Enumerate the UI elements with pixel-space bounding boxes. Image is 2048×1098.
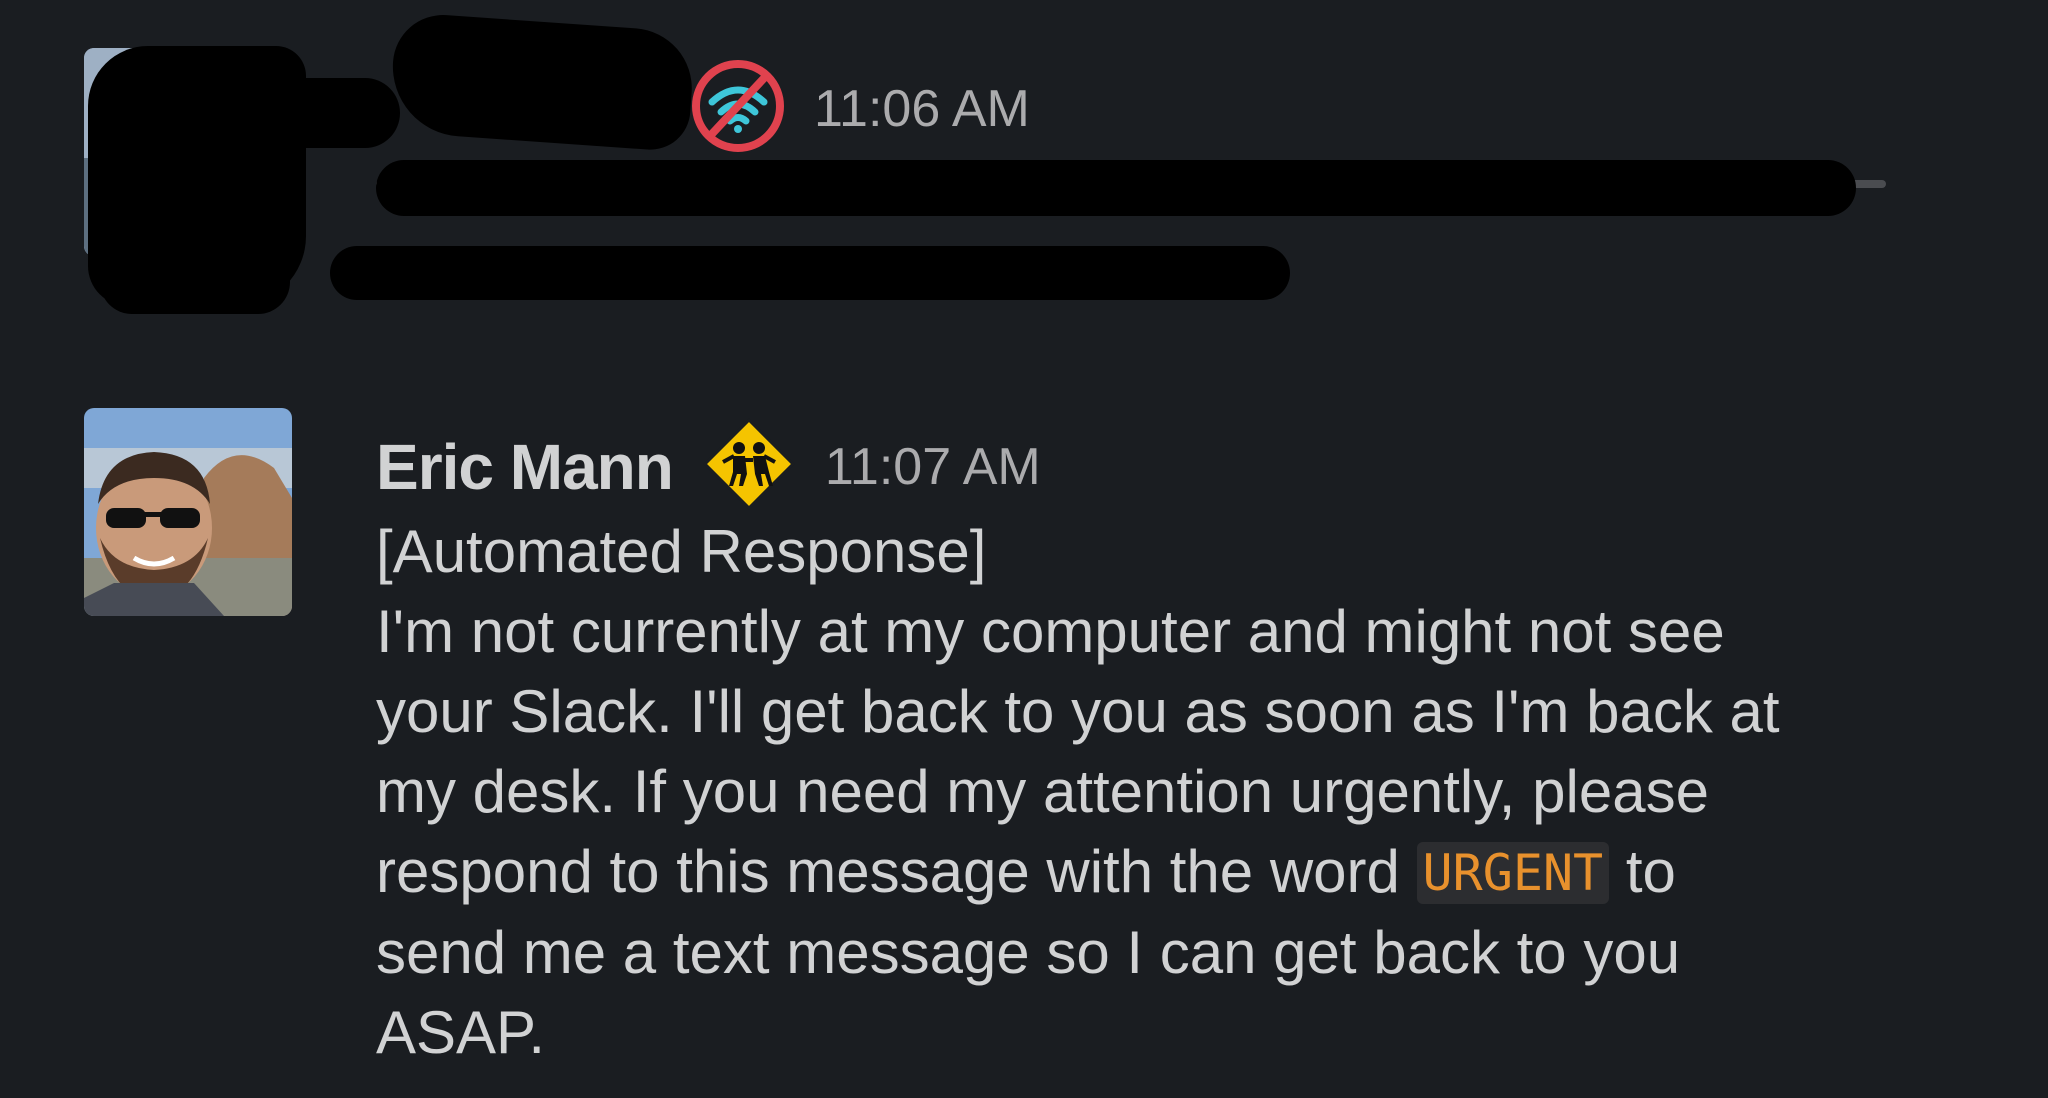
message-line: my desk. If you need my attention urgent… — [376, 758, 1709, 825]
no-wifi-icon[interactable] — [690, 58, 786, 159]
message-header: Eric Mann 11:07 AM — [376, 416, 1041, 517]
redaction-mark — [330, 246, 1290, 300]
message-line: send me a text message so I can get back… — [376, 919, 1681, 986]
message-line: ASAP. — [376, 999, 546, 1066]
message-line: your Slack. I'll get back to you as soon… — [376, 678, 1780, 745]
message-line: I'm not currently at my computer and mig… — [376, 598, 1725, 665]
message-2: Eric Mann 11:07 AM [Automated Response] … — [0, 330, 2048, 1098]
redaction-mark — [100, 250, 290, 314]
message-line: [Automated Response] — [376, 518, 987, 585]
children-crossing-icon[interactable] — [701, 416, 797, 517]
message-line: respond to this message with the word UR… — [376, 832, 2016, 913]
redaction-mark — [388, 11, 696, 153]
message-body: [Automated Response] I'm not currently a… — [376, 512, 2016, 1073]
message-1: 11:06 AM — [0, 0, 2048, 330]
avatar-image — [84, 408, 292, 616]
inline-code: URGENT — [1416, 842, 1610, 904]
message-timestamp[interactable]: 11:06 AM — [814, 79, 1030, 139]
redacted-message-body — [330, 160, 1896, 300]
message-text-segment: respond to this message with the word — [376, 838, 1417, 905]
message-timestamp[interactable]: 11:07 AM — [825, 437, 1041, 497]
avatar[interactable] — [84, 408, 292, 616]
redaction-mark — [376, 160, 1856, 216]
redaction-mark — [200, 78, 400, 148]
sender-name[interactable]: Eric Mann — [376, 430, 674, 504]
message-header: 11:06 AM — [690, 58, 1030, 159]
message-text-segment: to — [1609, 838, 1676, 905]
